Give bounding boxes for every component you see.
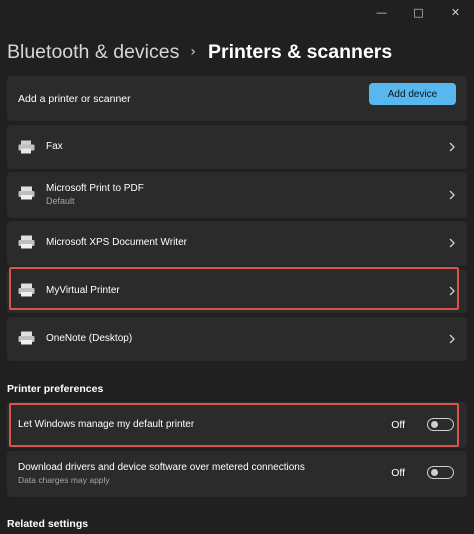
printer-name: Microsoft XPS Document Writer [46,237,187,248]
printer-default-badge: Default [46,196,75,206]
toggle-state-label: Off [391,419,405,431]
pref-subtitle: Data charges may apply [18,475,110,485]
section-heading: Printer preferences [7,383,104,395]
toggle-knob [431,421,438,428]
pref-item-metered-download: Download drivers and device software ove… [7,451,467,497]
chevron-right-icon [449,286,455,296]
manage-default-printer-toggle[interactable] [427,418,454,431]
printer-item-fax[interactable]: Fax [7,125,467,169]
toggle-state-label: Off [391,467,405,479]
metered-download-toggle[interactable] [427,466,454,479]
toggle-knob [431,469,438,476]
page-title: Printers & scanners [207,40,393,63]
pref-item-manage-default: Let Windows manage my default printer Of… [7,402,467,448]
minimize-icon[interactable]: — [363,0,400,24]
breadcrumb-separator-icon: › [190,44,196,60]
printer-icon [18,283,35,297]
printer-item-onenote-desktop[interactable]: OneNote (Desktop) [7,317,467,361]
chevron-right-icon [449,142,455,152]
printer-item-microsoft-print-to-pdf[interactable]: Microsoft Print to PDF Default [7,172,467,218]
pref-label: Download drivers and device software ove… [18,462,305,473]
printer-item-microsoft-xps-document-writer[interactable]: Microsoft XPS Document Writer [7,221,467,266]
breadcrumb: Bluetooth & devices › Printers & scanner… [7,38,467,66]
pref-label: Let Windows manage my default printer [18,419,195,430]
section-heading: Related settings [7,518,89,530]
printer-name: Fax [46,141,63,152]
printer-item-myvirtual-printer[interactable]: MyVirtual Printer [7,269,467,313]
printer-name: MyVirtual Printer [46,285,120,296]
maximize-icon[interactable]: □ [400,0,437,24]
printer-name: OneNote (Desktop) [46,333,133,344]
printer-icon [18,331,35,345]
printer-name: Microsoft Print to PDF [46,183,144,194]
chevron-right-icon [449,334,455,344]
close-icon[interactable]: ✕ [437,0,474,24]
add-printer-card: Add a printer or scanner Add device [7,76,467,121]
chevron-right-icon [449,238,455,248]
add-printer-label: Add a printer or scanner [18,93,131,105]
printer-icon [18,235,35,249]
printer-icon [18,186,35,200]
fax-icon [18,140,35,154]
window-controls: — □ ✕ [363,0,474,24]
chevron-right-icon [449,190,455,200]
breadcrumb-parent-link[interactable]: Bluetooth & devices [7,41,179,64]
add-device-button[interactable]: Add device [369,83,456,105]
